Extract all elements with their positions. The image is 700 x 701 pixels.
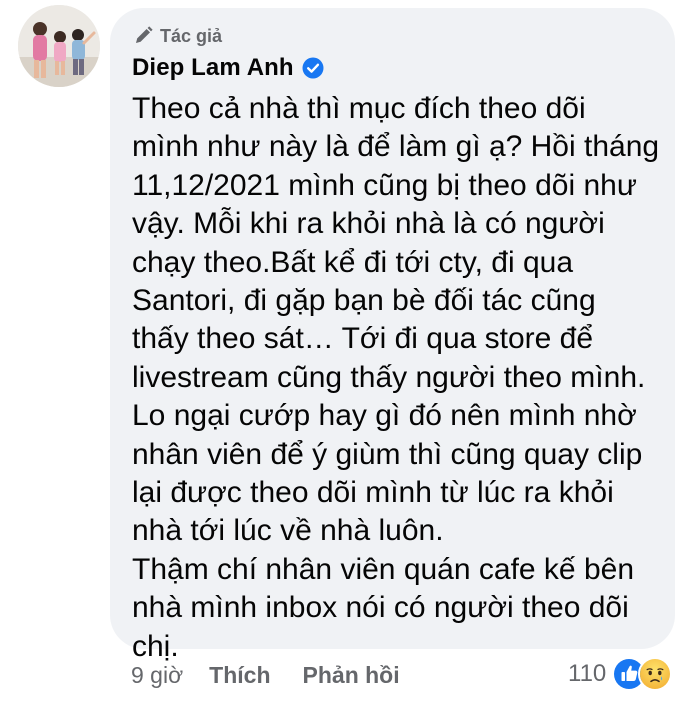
- comment-text: Theo cả nhà thì mục đích theo dõi mình n…: [132, 90, 660, 666]
- comment-line: 11,12/2021 mình cũng bị theo dõi như: [132, 168, 637, 202]
- comment-line: Santori, đi gặp bạn bè đối tác cũng: [132, 284, 596, 318]
- comment-line: vậy. Mỗi khi ra khỏi nhà là có người: [132, 207, 605, 241]
- comment-line: nhà mình inbox nói có người theo dõi: [132, 591, 629, 625]
- comment-line: livestream cũng thấy người theo mình.: [132, 360, 646, 394]
- verified-badge-icon: [302, 57, 324, 79]
- comment-bubble: Tác giả Diep Lam Anh Theo cả nhà thì mục…: [110, 8, 675, 663]
- comment-thread: Tác giả Diep Lam Anh Theo cả nhà thì mục…: [0, 0, 700, 701]
- comment-line: Thậm chí nhân viên quán cafe kế bên: [132, 552, 635, 586]
- comment-actions: 9 giờ Thích Phản hồi: [131, 658, 400, 692]
- author-name[interactable]: Diep Lam Anh: [132, 54, 294, 82]
- reply-button[interactable]: Phản hồi: [303, 662, 400, 689]
- comment-line: mình như này là để làm gì ạ? Hồi tháng: [132, 130, 660, 164]
- comment-line: lại được theo dõi mình từ lúc ra khỏi: [132, 476, 614, 510]
- comment-line: nhà tới lúc về nhà luôn.: [132, 514, 444, 548]
- timestamp-link[interactable]: 9 giờ: [131, 662, 183, 689]
- comment-line: nhân viên để ý giùm thì cũng quay clip: [132, 437, 643, 471]
- author-row: Diep Lam Anh: [132, 52, 653, 84]
- comment-line: Lo ngại cướp hay gì đó nên mình nhờ: [132, 399, 637, 433]
- avatar[interactable]: [18, 5, 100, 87]
- pen-icon: [132, 25, 154, 47]
- author-badge: Tác giả: [132, 23, 653, 49]
- sad-reaction-icon: [638, 657, 673, 691]
- reaction-count: 110: [568, 660, 607, 687]
- like-button[interactable]: Thích: [209, 662, 270, 689]
- avatar-photo: [18, 5, 100, 87]
- reaction-summary[interactable]: 110: [568, 656, 673, 692]
- comment-line: Theo cả nhà thì mục đích theo dõi: [132, 92, 586, 125]
- comment-line: chạy theo.Bất kể đi tới cty, đi qua: [132, 245, 574, 279]
- author-badge-label: Tác giả: [160, 25, 223, 46]
- comment-line: thấy theo sát… Tới đi qua store để: [132, 322, 594, 356]
